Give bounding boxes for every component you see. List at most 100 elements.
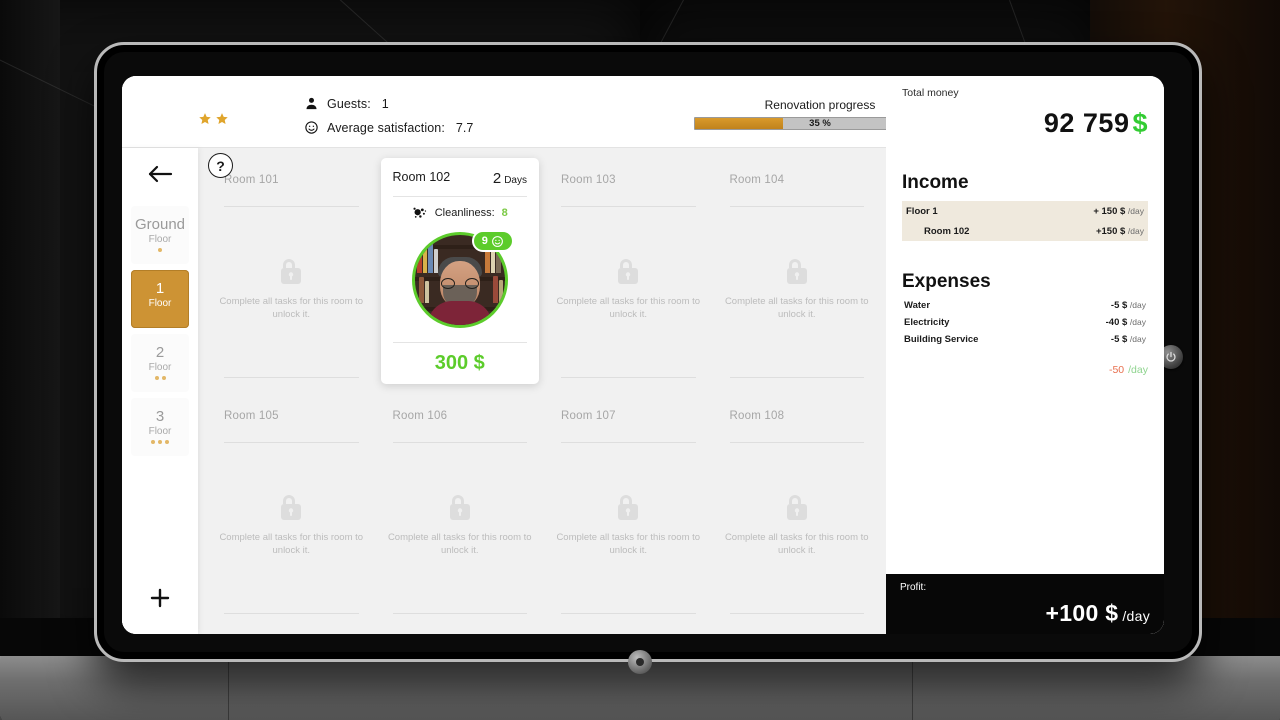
locked-message: Complete all tasks for this room to unlo…: [556, 532, 701, 556]
locked-message: Complete all tasks for this room to unlo…: [219, 296, 364, 320]
floor-item-2[interactable]: 2 Floor: [131, 334, 189, 392]
lock-icon: [281, 495, 302, 520]
divider: [224, 442, 359, 443]
star-icon: [216, 113, 228, 125]
expense-row-value: -40 $: [1105, 317, 1128, 328]
divider: [561, 377, 696, 378]
divider: [729, 206, 864, 207]
wall-edge-left: [0, 0, 60, 660]
room-card-106[interactable]: Room 106 Complete all tasks for this roo…: [381, 396, 540, 632]
divider: [729, 377, 864, 378]
cleanliness-label: Cleanliness:: [434, 207, 495, 219]
top-bar: Guests: 1 Average satisfaction: 7.7 Reno…: [122, 76, 946, 148]
add-floor-button[interactable]: [122, 562, 198, 634]
cleanliness-stat: Cleanliness: 8: [393, 206, 528, 220]
divider: [392, 342, 527, 343]
floor-dots: [151, 439, 169, 445]
room-name: Room 107: [561, 410, 616, 422]
room-price: 300 $: [434, 352, 485, 374]
profit-value: +100 $/day: [1046, 600, 1150, 627]
back-button[interactable]: [122, 148, 198, 200]
monitor-frame: Guests: 1 Average satisfaction: 7.7 Reno…: [94, 42, 1202, 662]
locked-message: Complete all tasks for this room to unlo…: [556, 296, 701, 320]
smiley-icon: [491, 235, 503, 247]
floor-item-3[interactable]: 3 Floor: [131, 398, 189, 456]
satisfaction-stat: Average satisfaction: 7.7: [304, 118, 473, 137]
locked-message: Complete all tasks for this room to unlo…: [387, 532, 532, 556]
income-row-unit: /day: [1127, 225, 1144, 236]
locked-state: Complete all tasks for this room to unlo…: [212, 256, 371, 322]
divider: [224, 613, 359, 614]
room-card-header: Room 102 2 Days: [393, 170, 528, 187]
floor-sublabel: Floor: [148, 233, 172, 245]
income-table: Floor 1 + 150 $ /day Room 102 +150 $ /da…: [902, 201, 1148, 241]
expenses-title: Expenses: [902, 271, 991, 292]
floor-number: 1: [155, 280, 165, 298]
room-card-104[interactable]: Room 104 Complete all tasks for this roo…: [718, 160, 877, 396]
locked-state: Complete all tasks for this room to unlo…: [549, 492, 708, 558]
income-title: Income: [902, 172, 969, 193]
room-name: Room 101: [224, 174, 279, 186]
room-card-101[interactable]: Room 101 Complete all tasks for this roo…: [212, 160, 371, 396]
floor-item-1[interactable]: 1 Floor: [131, 270, 189, 328]
divider: [224, 377, 359, 378]
room-name: Room 105: [224, 410, 279, 422]
floor-item-ground[interactable]: Ground Floor: [131, 206, 189, 264]
floor-selector-sidebar: Ground Floor 1 Floor 2 Floor 3 Floor: [122, 148, 198, 634]
finance-body: Total money 92 759 $ Income Floor 1 + 150…: [886, 76, 1164, 574]
person-icon: [304, 96, 319, 111]
lock-icon: [786, 259, 807, 284]
help-button[interactable]: ?: [208, 153, 233, 178]
total-money-label: Total money: [902, 87, 959, 99]
profit-unit: /day: [1122, 608, 1150, 624]
expense-row-name: Building Service: [904, 334, 979, 345]
plus-icon: [150, 588, 170, 608]
room-card-103[interactable]: Room 103 Complete all tasks for this roo…: [549, 160, 708, 396]
divider: [561, 613, 696, 614]
stats-group: Guests: 1 Average satisfaction: 7.7: [304, 94, 473, 142]
rooms-grid: Room 101 Complete all tasks for this roo…: [198, 148, 886, 634]
lock-icon: [618, 495, 639, 520]
expense-row-name: Water: [904, 300, 931, 311]
monitor-stand-knob: [628, 650, 652, 674]
locked-state: Complete all tasks for this room to unlo…: [212, 492, 371, 558]
floor-dots: [158, 247, 162, 253]
room-card-108[interactable]: Room 108 Complete all tasks for this roo…: [718, 396, 877, 632]
divider: [392, 196, 527, 197]
guests-stat: Guests: 1: [304, 94, 473, 113]
room-name: Room 106: [392, 410, 448, 422]
badge-value: 9: [481, 235, 488, 247]
lock-icon: [449, 495, 470, 520]
divider: [729, 613, 864, 614]
divider: [561, 206, 696, 207]
floor-sublabel: Floor: [148, 361, 172, 373]
guests-label: Guests:: [327, 96, 371, 111]
income-row-name: Floor 1: [906, 205, 938, 217]
divider: [224, 206, 359, 207]
expense-row-value: -5 $: [1110, 334, 1128, 345]
room-card-105[interactable]: Room 105 Complete all tasks for this roo…: [212, 396, 371, 632]
expense-row-electricity: Electricity -40 $ /day: [902, 317, 1148, 334]
expense-row-value: -5 $: [1110, 300, 1128, 311]
locked-state: Complete all tasks for this room to unlo…: [718, 256, 877, 322]
scene-background: Guests: 1 Average satisfaction: 7.7 Reno…: [0, 0, 1280, 720]
locked-state: Complete all tasks for this room to unlo…: [718, 492, 877, 558]
guest-avatar-wrap[interactable]: 9: [411, 230, 514, 328]
income-row-name: Room 102: [924, 225, 970, 237]
room-card-102[interactable]: Room 102 2 Days Cleanliness: 8 9 300 $: [380, 158, 539, 384]
cleanliness-value: 8: [501, 207, 508, 219]
expenses-table: Water -5 $ /day Electricity -40 $ /day B…: [902, 300, 1148, 351]
profit-bar: Profit: +100 $/day: [886, 574, 1164, 634]
currency-symbol: $: [1132, 108, 1148, 138]
floor-seam: [228, 654, 229, 720]
guest-satisfaction-badge: 9: [471, 230, 514, 252]
satisfaction-label: Average satisfaction:: [327, 120, 445, 135]
finance-panel: Total money 92 759 $ Income Floor 1 + 150…: [886, 76, 1164, 634]
locked-message: Complete all tasks for this room to unlo…: [219, 532, 364, 556]
arrow-left-icon: [148, 165, 173, 183]
lock-icon: [786, 495, 807, 520]
room-card-107[interactable]: Room 107 Complete all tasks for this roo…: [549, 396, 708, 632]
screen: Guests: 1 Average satisfaction: 7.7 Reno…: [122, 76, 1164, 634]
divider: [561, 442, 696, 443]
expense-row-unit: /day: [1129, 300, 1146, 310]
